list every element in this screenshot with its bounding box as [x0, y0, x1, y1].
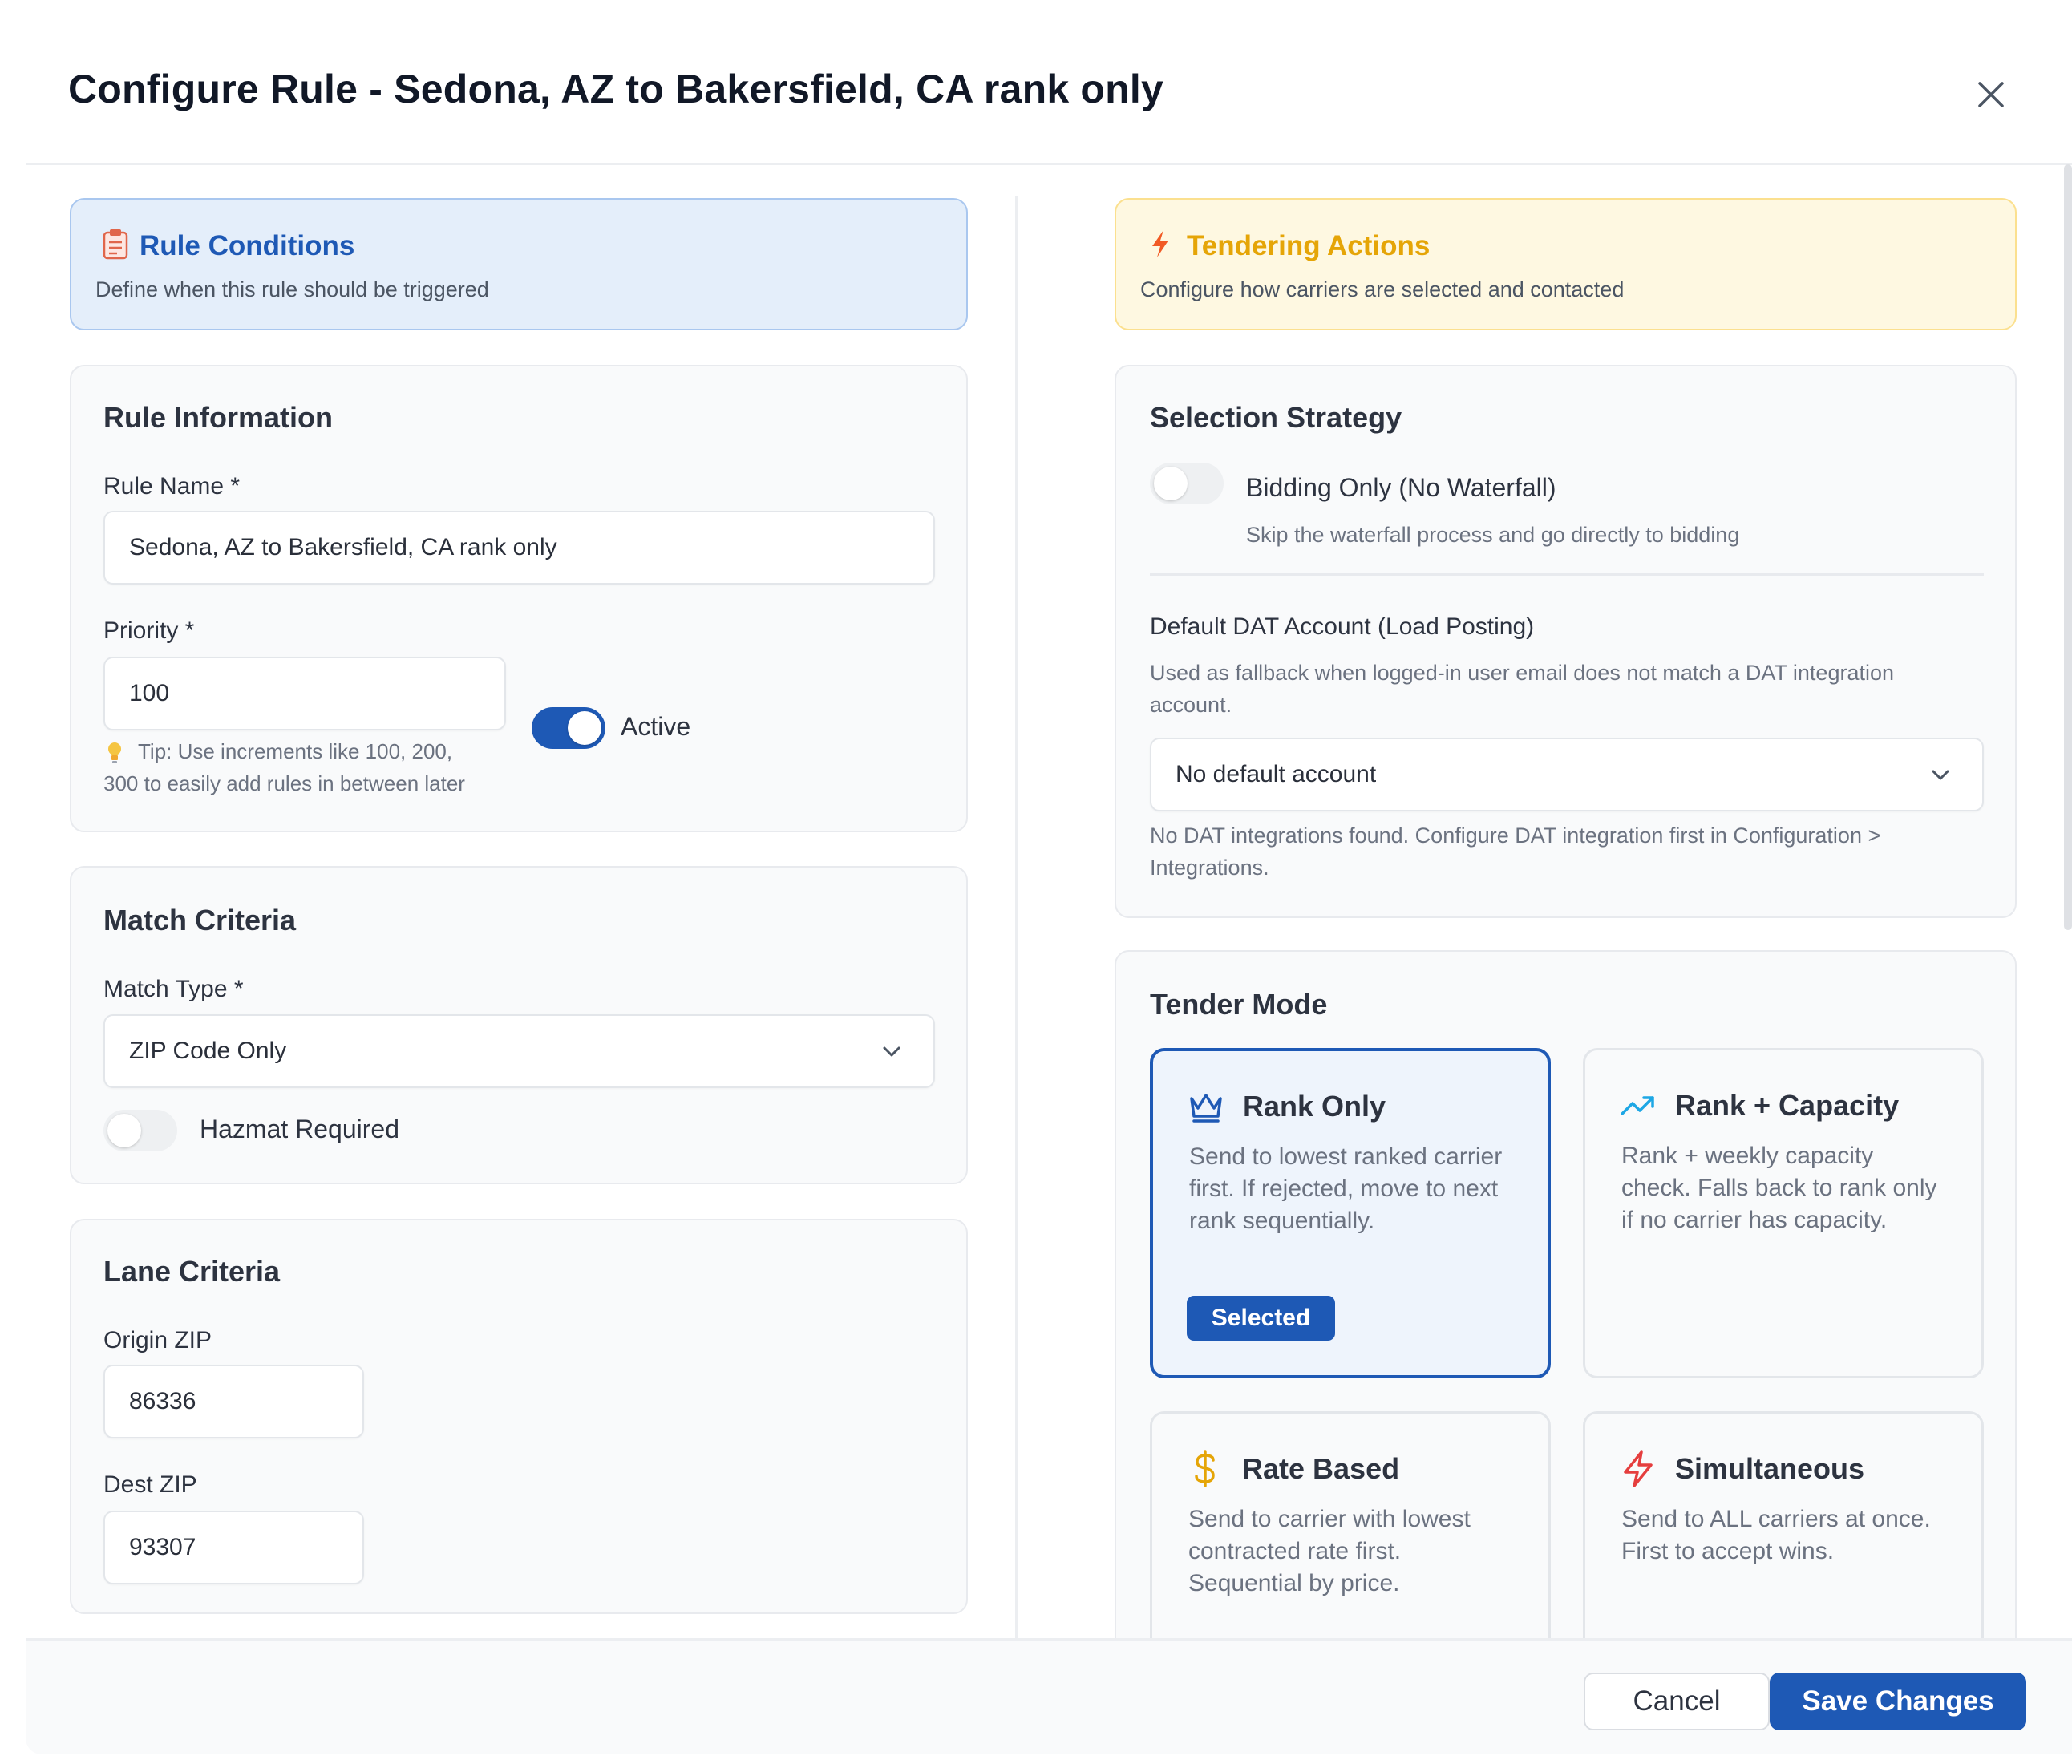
active-label: Active: [621, 712, 691, 741]
selected-badge: Selected: [1187, 1296, 1335, 1341]
match-type-select[interactable]: ZIP Code Only: [103, 1014, 935, 1088]
tender-mode-card: Tender Mode Rank Only Send to lowest ran…: [1115, 950, 2017, 1700]
dat-account-hint: Used as fallback when logged-in user ema…: [1150, 657, 1894, 721]
scrollbar[interactable]: [2064, 164, 2072, 930]
rule-conditions-title: Rule Conditions: [140, 230, 355, 261]
active-toggle[interactable]: [532, 707, 605, 749]
rule-information-title: Rule Information: [103, 401, 333, 434]
bidding-only-label: Bidding Only (No Waterfall): [1246, 473, 1556, 502]
mode-title: Rate Based: [1242, 1452, 1400, 1485]
chevron-down-icon: [883, 1046, 900, 1057]
origin-zip-input[interactable]: 86336: [103, 1365, 364, 1438]
mode-title: Simultaneous: [1675, 1452, 1865, 1485]
priority-label: Priority *: [103, 617, 195, 644]
toggle-knob: [107, 1114, 141, 1147]
dollar-icon: [1195, 1450, 1215, 1487]
dat-account-note-line2: Integrations.: [1150, 856, 1269, 880]
mode-title: Rank + Capacity: [1675, 1089, 1900, 1122]
match-criteria-card: Match Criteria Match Type * ZIP Code Onl…: [70, 866, 968, 1184]
match-type-value: ZIP Code Only: [129, 1038, 287, 1064]
mode-description: Send to ALL carriers at once. First to a…: [1621, 1506, 1931, 1564]
dat-account-note-line1: No DAT integrations found. Configure DAT…: [1150, 823, 1881, 848]
header-divider: [26, 163, 2072, 165]
dat-account-hint-line1: Used as fallback when logged-in user ema…: [1150, 661, 1895, 685]
toggle-knob: [568, 711, 601, 745]
hazmat-toggle[interactable]: [103, 1110, 177, 1151]
lane-criteria-card: Lane Criteria Origin ZIP 86336 Dest ZIP …: [70, 1219, 968, 1614]
dat-account-label: Default DAT Account (Load Posting): [1150, 613, 1535, 640]
lane-criteria-title: Lane Criteria: [103, 1255, 281, 1288]
bidding-only-hint: Skip the waterfall process and go direct…: [1246, 523, 1740, 547]
priority-tip: Tip: Use increments like 100, 200, 300 t…: [103, 735, 465, 799]
mode-description: Send to lowest ranked carrier first. If …: [1189, 1143, 1503, 1234]
dat-account-hint-line2: account.: [1150, 693, 1232, 717]
rule-conditions-banner: Rule Conditions Define when this rule sh…: [70, 198, 968, 330]
origin-zip-label: Origin ZIP: [103, 1327, 212, 1353]
priority-input[interactable]: 100: [103, 657, 506, 730]
selection-strategy-card: Selection Strategy Bidding Only (No Wate…: [1115, 365, 2017, 918]
toggle-knob: [1154, 467, 1188, 500]
clipboard-icon: [103, 229, 128, 260]
trending-up-icon: [1621, 1096, 1654, 1115]
match-criteria-title: Match Criteria: [103, 904, 297, 937]
chevron-down-icon: [1932, 770, 1949, 780]
dest-zip-label: Dest ZIP: [103, 1471, 197, 1498]
priority-tip-line2: 300 to easily add rules in between later: [103, 771, 465, 795]
strategy-divider: [1150, 573, 1984, 576]
mode-title: Rank Only: [1243, 1090, 1386, 1123]
bidding-only-toggle[interactable]: [1150, 463, 1224, 504]
tender-mode-rank-only[interactable]: Rank Only Send to lowest ranked carrier …: [1150, 1048, 1551, 1378]
tender-mode-title: Tender Mode: [1150, 988, 1328, 1021]
dat-account-select[interactable]: No default account: [1150, 738, 1984, 811]
rule-conditions-subtitle: Define when this rule should be triggere…: [95, 277, 489, 301]
dat-account-value: No default account: [1176, 761, 1377, 787]
tender-mode-rank-capacity[interactable]: Rank + Capacity Rank + weekly capacity c…: [1583, 1048, 1984, 1378]
lightning-icon: [1624, 1450, 1653, 1487]
close-button[interactable]: [1965, 68, 2017, 120]
column-divider: [1015, 196, 1018, 1640]
mode-description: Send to carrier with lowest contracted r…: [1188, 1506, 1471, 1596]
rule-information-card: Rule Information Rule Name * Sedona, AZ …: [70, 365, 968, 832]
crown-icon: [1190, 1094, 1222, 1123]
tendering-actions-subtitle: Configure how carriers are selected and …: [1140, 277, 1625, 301]
dat-account-note: No DAT integrations found. Configure DAT…: [1150, 819, 1880, 884]
rule-name-label: Rule Name *: [103, 473, 241, 500]
selection-strategy-title: Selection Strategy: [1150, 401, 1402, 434]
save-changes-button[interactable]: Save Changes: [1770, 1673, 2026, 1730]
dialog-footer: Cancel Save Changes: [26, 1638, 2072, 1754]
tendering-actions-title: Tendering Actions: [1187, 230, 1431, 261]
dest-zip-input[interactable]: 93307: [103, 1511, 364, 1584]
priority-tip-line1: Tip: Use increments like 100, 200,: [138, 739, 453, 763]
match-type-label: Match Type *: [103, 976, 244, 1002]
tendering-actions-banner: Tendering Actions Configure how carriers…: [1115, 198, 2017, 330]
rule-name-input[interactable]: Sedona, AZ to Bakersfield, CA rank only: [103, 511, 935, 585]
dialog-header: Configure Rule - Sedona, AZ to Bakersfie…: [0, 0, 2072, 164]
cancel-button[interactable]: Cancel: [1584, 1673, 1770, 1730]
close-icon: [1977, 81, 2004, 107]
mode-description: Rank + weekly capacity check. Falls back…: [1621, 1143, 1937, 1233]
dialog-title: Configure Rule - Sedona, AZ to Bakersfie…: [68, 67, 1164, 111]
lightning-icon: [1152, 230, 1168, 257]
hazmat-label: Hazmat Required: [200, 1115, 399, 1143]
